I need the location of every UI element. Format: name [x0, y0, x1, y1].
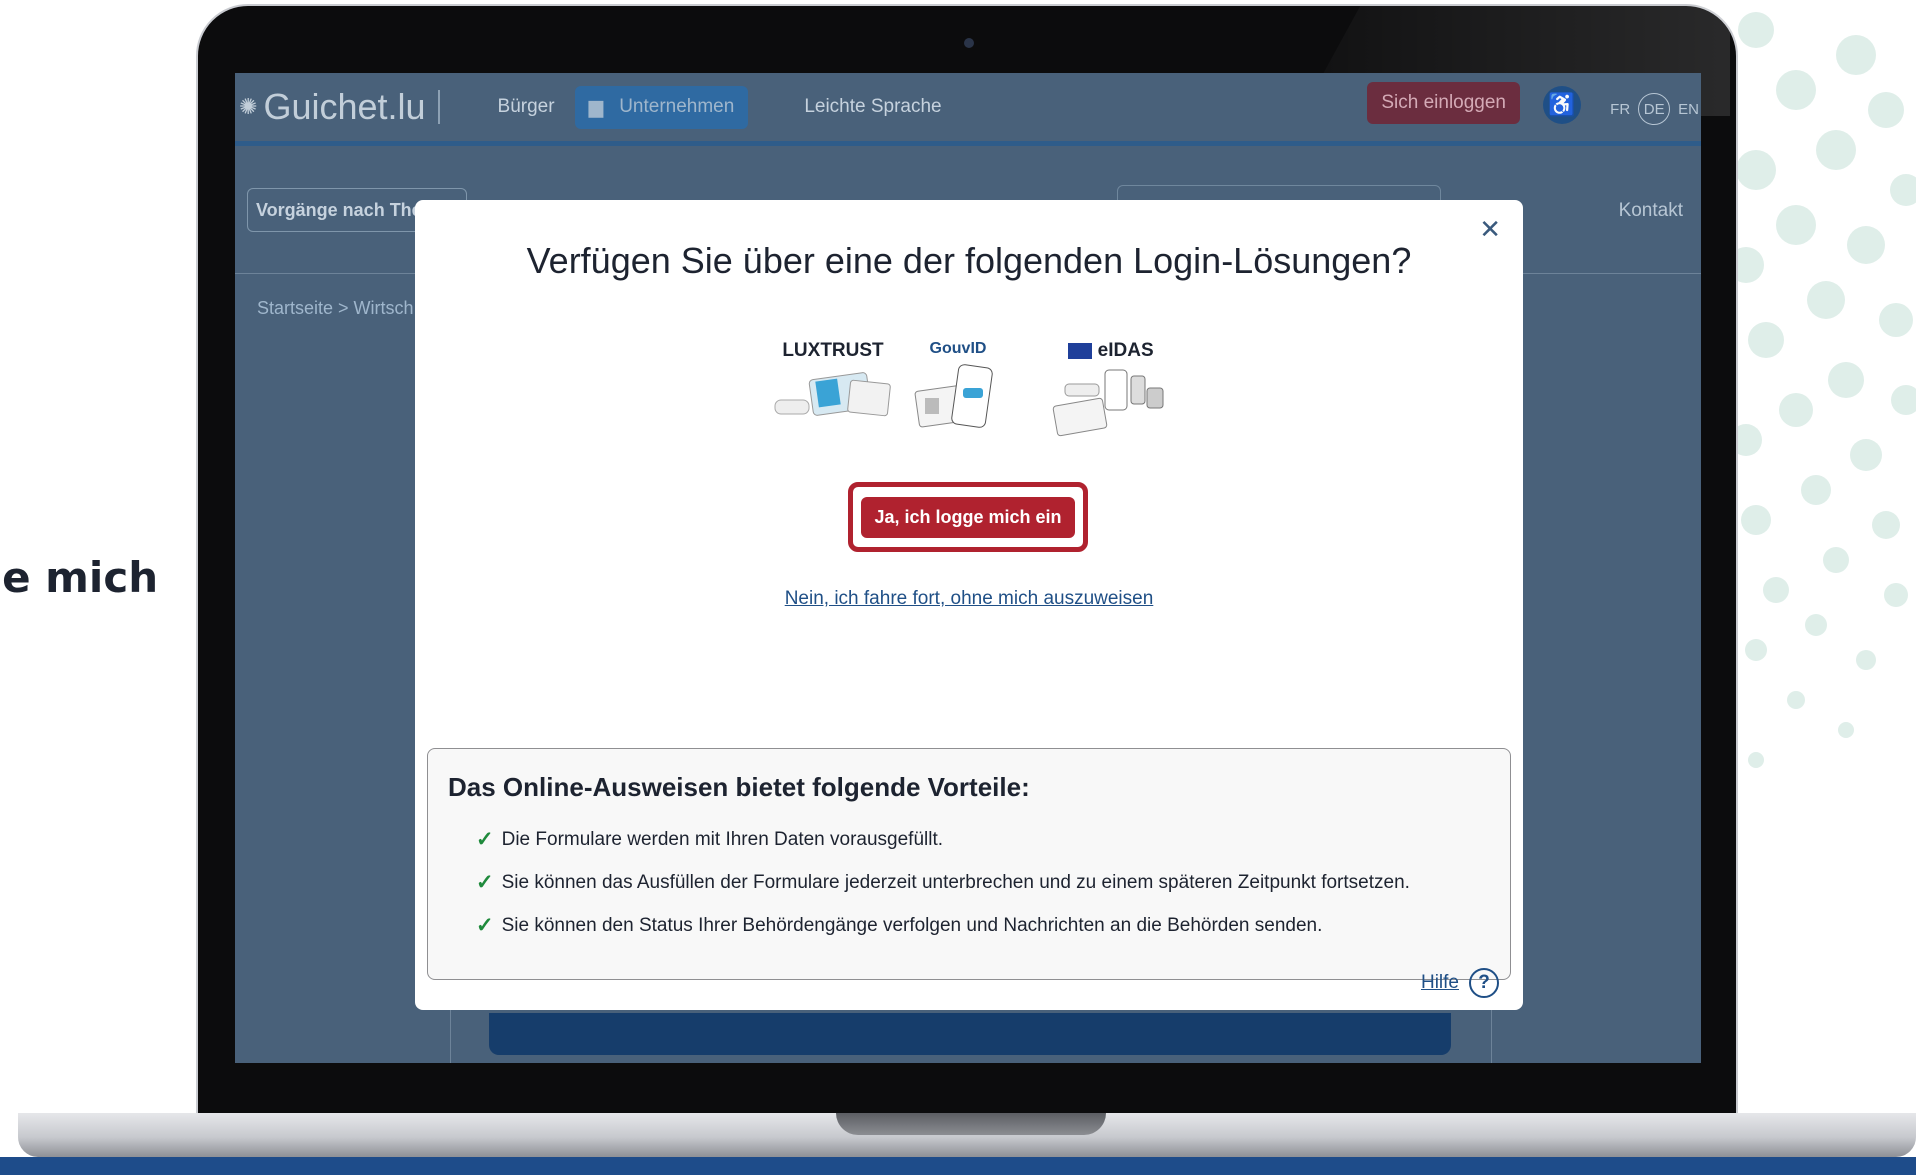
floor-strip	[0, 1157, 1916, 1175]
login-button[interactable]: Ja, ich logge mich ein	[861, 496, 1075, 538]
benefit-item: ✓ Sie können das Ausfüllen der Formulare…	[476, 870, 1410, 895]
luxtrust-devices-icon	[774, 372, 891, 417]
eidas-devices-icon	[1052, 369, 1164, 437]
gouvid-label: GouvID	[929, 340, 987, 357]
laptop-notch	[836, 1113, 1106, 1135]
benefit-item: ✓ Die Formulare werden mit Ihren Daten v…	[476, 827, 943, 852]
breadcrumb[interactable]: Startseite > Wirtsch	[257, 298, 414, 319]
kontakt-link[interactable]: Kontakt	[1619, 200, 1683, 222]
check-icon: ✓	[476, 871, 494, 894]
laptop-camera	[964, 38, 974, 48]
benefits-box: Das Online-Ausweisen bietet folgende Vor…	[427, 748, 1511, 980]
eidas-label: eIDAS	[1051, 340, 1171, 362]
gouvid-devices-icon	[914, 364, 993, 428]
logo-icon: ✺	[239, 94, 258, 119]
laptop-screen: ✺ Guichet.lu Bürger ▆ Unternehmen Leicht…	[235, 73, 1701, 1063]
login-highlight-frame: Ja, ich logge mich ein	[848, 482, 1088, 552]
content-bar	[489, 1013, 1451, 1055]
eidas-logo: eIDAS	[1051, 340, 1171, 447]
decorative-dots	[1728, 12, 1916, 768]
help: Hilfe ?	[1421, 968, 1499, 998]
eidas-text: eIDAS	[1097, 340, 1154, 361]
nav-leichte-sprache[interactable]: Leichte Sprache	[804, 96, 941, 118]
benefit-text: Sie können das Ausfüllen der Formulare j…	[501, 871, 1410, 893]
benefits-title: Das Online-Ausweisen bietet folgende Vor…	[448, 772, 1030, 802]
nav-buerger[interactable]: Bürger	[498, 96, 555, 118]
modal-title: Verfügen Sie über eine der folgenden Log…	[526, 240, 1412, 281]
nav-unternehmen-label: Unternehmen	[619, 96, 735, 117]
help-link[interactable]: Hilfe	[1421, 972, 1459, 994]
luxtrust-logo: LUXTRUST	[773, 340, 893, 437]
lang-de[interactable]: DE	[1638, 93, 1671, 125]
logo-text: Guichet.lu	[263, 86, 426, 127]
lang-fr[interactable]: FR	[1610, 101, 1630, 118]
check-icon: ✓	[476, 828, 494, 851]
nav-unternehmen[interactable]: ▆ Unternehmen	[574, 85, 749, 129]
site-header: ✺ Guichet.lu Bürger ▆ Unternehmen Leicht…	[235, 73, 1701, 146]
luxtrust-label: LUXTRUST	[782, 340, 884, 361]
help-question-icon[interactable]: ?	[1469, 968, 1499, 998]
lang-en[interactable]: EN	[1678, 101, 1699, 118]
header-login-button[interactable]: Sich einloggen	[1367, 82, 1520, 124]
benefit-item: ✓ Sie können den Status Ihrer Behördengä…	[476, 913, 1322, 938]
benefit-text: Sie können den Status Ihrer Behördengäng…	[501, 914, 1323, 936]
site-logo[interactable]: ✺ Guichet.lu	[239, 86, 440, 128]
login-solutions-logos: LUXTRUST GouvID eIDAS	[773, 340, 1173, 450]
side-caption: ge mich	[0, 553, 159, 602]
logo-separator	[437, 90, 440, 124]
accessibility-icon[interactable]: ♿	[1543, 86, 1581, 124]
language-switcher: FR DE EN	[1610, 93, 1699, 125]
building-icon: ▆	[588, 96, 604, 118]
continue-without-login-link[interactable]: Nein, ich fahre fort, ohne mich auszuwei…	[415, 588, 1523, 610]
eu-flag-icon	[1068, 342, 1093, 359]
benefit-text: Die Formulare werden mit Ihren Daten vor…	[501, 828, 944, 850]
check-icon: ✓	[476, 914, 494, 937]
gouvid-logo: GouvID	[913, 340, 1003, 443]
login-modal: ✕ Verfügen Sie über eine der folgenden L…	[415, 200, 1523, 1010]
